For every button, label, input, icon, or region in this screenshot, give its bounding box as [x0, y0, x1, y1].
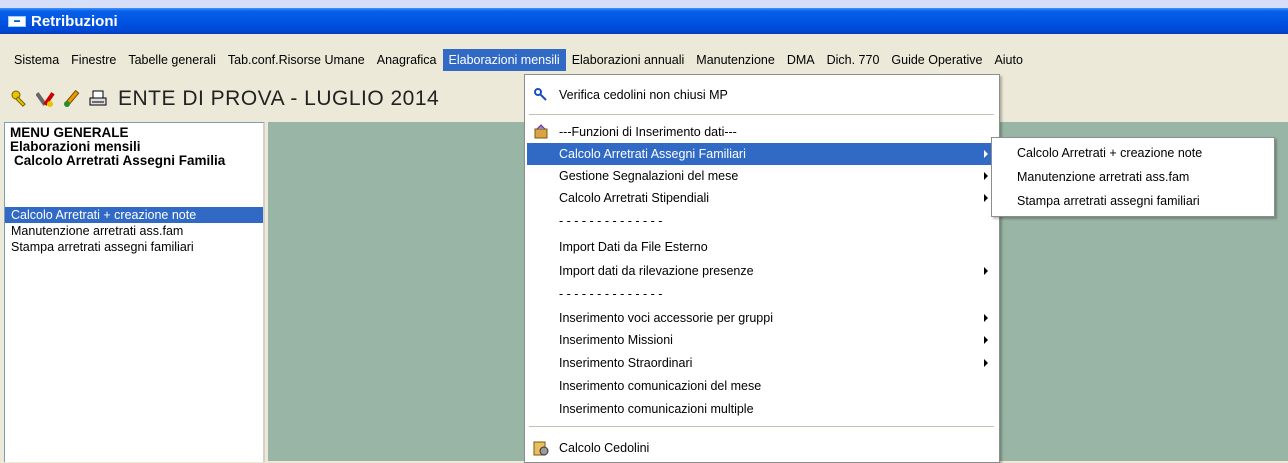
magnifier-check-icon — [534, 88, 547, 101]
menu-item-verifica-cedolini[interactable]: Verifica cedolini non chiusi MP — [527, 84, 996, 106]
menu-tabelle-generali[interactable]: Tabelle generali — [122, 49, 222, 71]
title-bar: ▬ Retribuzioni — [0, 8, 1288, 34]
section-heading: Elaborazioni mensili — [10, 139, 141, 154]
menu-item-label: Import Dati da File Esterno — [559, 240, 708, 254]
menu-item-gestione-segnalazioni[interactable]: Gestione Segnalazioni del mese — [527, 165, 996, 187]
menu-item-label: Inserimento Straordinari — [559, 356, 693, 370]
menu-item-label: Import dati da rilevazione presenze — [559, 264, 754, 278]
menu-item-label: Calcolo Arretrati Stipendiali — [559, 191, 710, 205]
menu-dich-770[interactable]: Dich. 770 — [821, 49, 886, 71]
menu-item-comunicazioni-multiple[interactable]: Inserimento comunicazioni multiple — [527, 398, 996, 420]
submenu-item-manutenzione-arretrati[interactable]: Manutenzione arretrati ass.fam — [992, 167, 1274, 188]
menu-anagrafica[interactable]: Anagrafica — [371, 49, 443, 71]
menu-item-label: Inserimento voci accessorie per gruppi — [559, 311, 773, 325]
list-item[interactable]: Stampa arretrati assegni familiari — [5, 239, 263, 255]
submenu-item-stampa-arretrati[interactable]: Stampa arretrati assegni familiari — [992, 191, 1274, 212]
menu-finestre[interactable]: Finestre — [65, 49, 122, 71]
menu-generale-heading: MENU GENERALE — [10, 125, 129, 140]
submenu-arrow-icon — [984, 267, 988, 275]
menu-item-label: ---Funzioni di Inserimento dati--- — [559, 125, 737, 139]
menu-item-calcolo-cedolini[interactable]: Calcolo Cedolini — [527, 437, 996, 459]
menu-bar: Sistema Finestre Tabelle generali Tab.co… — [0, 46, 1288, 74]
elaborazioni-mensili-dropdown: Verifica cedolini non chiusi MP ---Funzi… — [524, 74, 1000, 463]
menu-tab-conf-risorse-umane[interactable]: Tab.conf.Risorse Umane — [222, 49, 371, 71]
list-item[interactable]: Calcolo Arretrati + creazione note — [5, 207, 263, 223]
submenu-arrow-icon — [984, 194, 988, 202]
menu-item-label: Gestione Segnalazioni del mese — [559, 169, 739, 183]
menu-aiuto[interactable]: Aiuto — [988, 49, 1029, 71]
submenu-arrow-icon — [984, 314, 988, 322]
menu-item-label: - - - - - - - - - - - - - - — [559, 214, 663, 228]
menu-sistema[interactable]: Sistema — [8, 49, 65, 71]
menu-item-label: Inserimento Missioni — [559, 333, 673, 347]
menu-item-dash-separator: - - - - - - - - - - - - - - — [527, 283, 996, 305]
app-icon: ▬ — [8, 15, 26, 27]
menu-manutenzione[interactable]: Manutenzione — [690, 49, 781, 71]
menu-item-label: Calcolo Arretrati Assegni Familiari — [559, 147, 746, 161]
calculator-gear-icon — [533, 441, 549, 456]
menu-elaborazioni-mensili[interactable]: Elaborazioni mensili — [442, 49, 566, 71]
menu-item-label: Verifica cedolini non chiusi MP — [559, 88, 728, 102]
menu-item-label: Inserimento comunicazioni multiple — [559, 402, 754, 416]
data-entry-icon — [534, 124, 548, 139]
menu-item-import-dati-file[interactable]: Import Dati da File Esterno — [527, 236, 996, 258]
menu-item-voci-accessorie[interactable]: Inserimento voci accessorie per gruppi — [527, 307, 996, 329]
submenu-item-calcolo-arretrati-note[interactable]: Calcolo Arretrati + creazione note — [992, 143, 1274, 164]
menu-item-inserimento-missioni[interactable]: Inserimento Missioni — [527, 329, 996, 351]
menu-item-inserimento-straordinari[interactable]: Inserimento Straordinari — [527, 352, 996, 374]
list-item[interactable]: Manutenzione arretrati ass.fam — [5, 223, 263, 239]
menu-separator — [529, 426, 994, 427]
submenu-arrow-icon — [984, 359, 988, 367]
menu-item-funzioni-inserimento[interactable]: ---Funzioni di Inserimento dati--- — [527, 121, 996, 143]
menu-item-label: Calcolo Cedolini — [559, 441, 650, 455]
menu-elaborazioni-annuali[interactable]: Elaborazioni annuali — [566, 49, 691, 71]
printer-icon[interactable] — [88, 89, 108, 109]
left-panel-list: Calcolo Arretrati + creazione note Manut… — [5, 207, 263, 255]
menu-item-label: Inserimento comunicazioni del mese — [559, 379, 762, 393]
ente-label: ENTE DI PROVA - LUGLIO 2014 — [118, 87, 440, 110]
menu-dma[interactable]: DMA — [781, 49, 821, 71]
menu-item-import-rilevazione-presenze[interactable]: Import dati da rilevazione presenze — [527, 260, 996, 282]
menu-item-calcolo-arretrati-stipendiali[interactable]: Calcolo Arretrati Stipendiali — [527, 187, 996, 209]
submenu-arrow-icon — [984, 172, 988, 180]
menu-item-label: - - - - - - - - - - - - - - — [559, 287, 663, 301]
calcolo-arretrati-submenu: Calcolo Arretrati + creazione note Manut… — [991, 137, 1275, 217]
key-icon[interactable] — [10, 89, 30, 109]
subsection-heading: Calcolo Arretrati Assegni Familia — [14, 154, 226, 168]
left-menu-panel: MENU GENERALE Elaborazioni mensili Calco… — [4, 122, 265, 462]
menu-guide-operative[interactable]: Guide Operative — [885, 49, 988, 71]
menu-item-calcolo-arretrati-assegni[interactable]: Calcolo Arretrati Assegni Familiari — [527, 143, 996, 165]
menu-separator — [529, 114, 994, 115]
menu-item-dash-separator: - - - - - - - - - - - - - - — [527, 210, 996, 232]
edit-pencil-icon[interactable] — [62, 89, 82, 109]
submenu-arrow-icon — [984, 150, 988, 158]
window-title: Retribuzioni — [31, 12, 118, 30]
tools-icon[interactable] — [36, 89, 56, 109]
menu-item-comunicazioni-mese[interactable]: Inserimento comunicazioni del mese — [527, 375, 996, 397]
left-panel-header: MENU GENERALE Elaborazioni mensili Calco… — [5, 123, 263, 168]
window-top-strip — [0, 0, 1288, 8]
submenu-arrow-icon — [984, 336, 988, 344]
